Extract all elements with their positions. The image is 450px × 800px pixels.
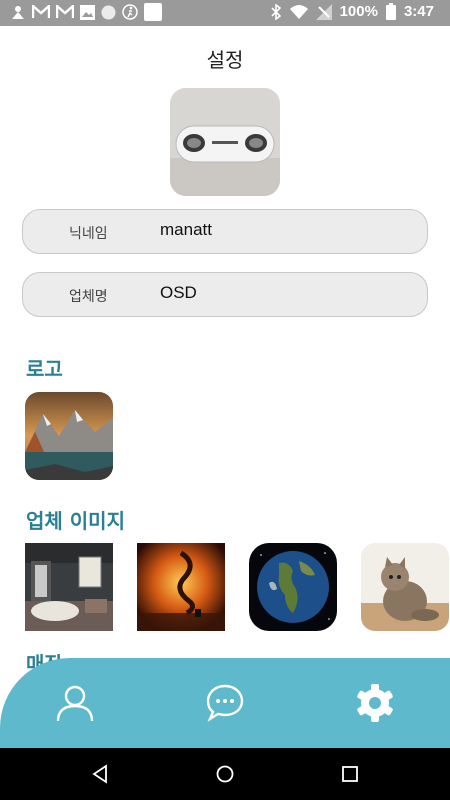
circle-app-icon [101,5,116,19]
bottom-navigation [0,658,450,748]
logo-image[interactable] [25,392,113,480]
speaker-photo [170,88,280,196]
nav-settings-button[interactable] [354,682,396,724]
recents-icon[interactable] [339,763,361,785]
company-image-2[interactable] [137,543,225,631]
status-system: 100% 3:47 [270,3,434,20]
battery-icon [385,3,396,20]
page-title: 설정 [206,48,244,72]
company-image-1[interactable] [25,543,113,631]
nickname-value: manatt [160,220,212,239]
company-image-3[interactable] [249,543,337,631]
wifi-icon [289,4,308,19]
blank-notification-icon [144,3,162,21]
cat-photo [361,543,449,631]
mountain-lake-photo [25,392,113,480]
no-signal-icon [315,3,332,20]
room-photo [25,543,113,631]
status-notifications [10,3,162,21]
back-icon[interactable] [90,763,112,785]
nav-profile-button[interactable] [54,682,96,724]
logo-section-title: 로고 [26,357,63,381]
clock: 3:47 [403,3,434,20]
dragon-art-photo [137,543,225,631]
company-name-value: OSD [160,283,197,302]
nickname-field[interactable]: 닉네임 manatt [22,209,428,254]
company-name-field[interactable]: 업체명 OSD [22,272,428,317]
battery-percentage: 100% [339,3,378,20]
bluetooth-icon [271,3,281,20]
app-notification-icon [12,6,24,19]
nav-chat-button[interactable] [204,682,246,724]
company-image-4[interactable] [361,543,449,631]
earth-photo [249,543,337,631]
gear-icon [357,684,393,722]
gmail-icon-2 [56,5,74,18]
status-bar: 100% 3:47 [0,0,450,26]
home-icon[interactable] [214,763,236,785]
gmail-icon [32,5,50,18]
image-icon [80,4,95,20]
running-icon [122,4,138,20]
profile-image[interactable] [170,88,280,196]
nickname-label: 닉네임 [69,226,108,242]
system-navigation-bar [0,748,450,800]
company-name-label: 업체명 [69,289,108,305]
user-icon [56,685,94,722]
chat-icon [206,684,244,723]
company-images-section-title: 업체 이미지 [26,509,125,533]
